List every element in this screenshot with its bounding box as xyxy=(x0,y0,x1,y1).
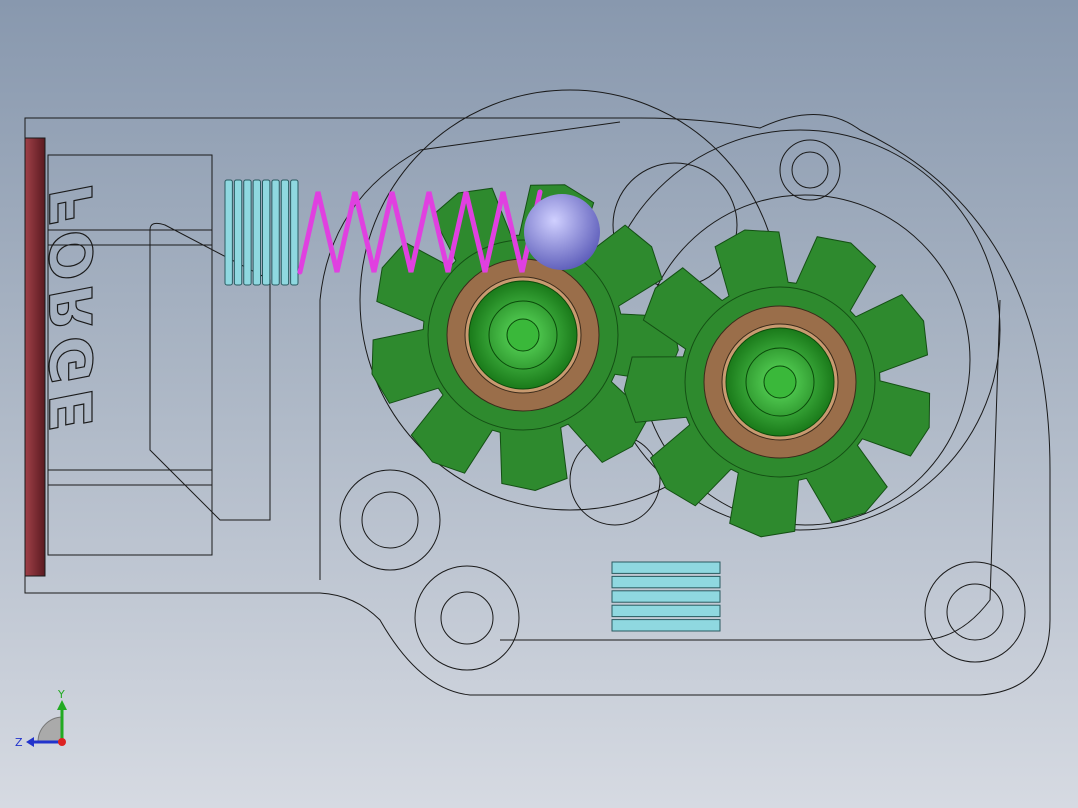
z-axis-label: Z xyxy=(15,736,23,749)
x-axis-dot xyxy=(58,738,66,746)
svg-text:FORGE: FORGE xyxy=(38,185,106,436)
forge-logo: FORGE xyxy=(37,184,106,436)
ball-bearing xyxy=(524,194,600,270)
set-screw-top xyxy=(224,179,299,286)
cad-viewport[interactable]: FORGE Y Z xyxy=(0,0,1078,808)
set-screw-bottom xyxy=(611,561,721,632)
drive-gear xyxy=(623,229,931,538)
y-axis-label: Y xyxy=(57,688,65,701)
axis-triad: Y Z xyxy=(15,688,67,749)
